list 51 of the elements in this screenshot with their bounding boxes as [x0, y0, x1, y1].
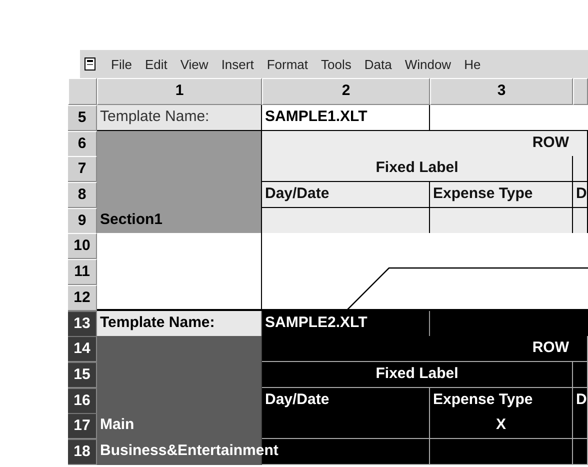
row-header[interactable]: 6 — [68, 130, 97, 157]
column-header[interactable]: 2 — [262, 78, 430, 105]
table-cell: Template Name: — [97, 310, 262, 336]
table-cell: Template Name: — [97, 105, 262, 131]
table-cell: ROW — [262, 336, 588, 362]
table-cell — [573, 413, 588, 440]
row-header[interactable]: 11 — [68, 259, 97, 286]
spreadsheet-icon[interactable] — [84, 57, 98, 71]
row-header[interactable]: 16 — [68, 388, 97, 414]
table-cell: Day/Date — [262, 182, 430, 208]
table-cell: X — [430, 413, 573, 440]
row-header[interactable]: 5 — [68, 105, 97, 131]
row-header[interactable]: 15 — [68, 362, 97, 388]
table-cell: Fixed Label — [262, 156, 573, 182]
row-header[interactable]: 14 — [68, 336, 97, 362]
row-header[interactable]: 8 — [68, 182, 97, 208]
table-cell: D — [573, 388, 588, 414]
menu-item[interactable]: Window — [404, 56, 452, 72]
menu-item[interactable]: Tools — [321, 56, 352, 72]
column-header[interactable] — [573, 78, 588, 105]
table-cell: Day/Date — [262, 388, 430, 414]
row-header[interactable]: 9 — [68, 208, 97, 234]
menu-item[interactable]: Insert — [221, 56, 254, 72]
row-header[interactable]: 7 — [68, 156, 97, 182]
row-header[interactable]: 12 — [68, 284, 97, 311]
corner-cell[interactable] — [68, 78, 97, 105]
menu-item[interactable]: Edit — [144, 56, 168, 72]
table-cell — [573, 208, 588, 234]
menu-item[interactable]: Format — [266, 56, 308, 72]
table-cell: Expense Type — [430, 388, 573, 414]
row-header[interactable]: 13 — [68, 310, 97, 336]
table-cell — [573, 156, 588, 182]
table-cell — [573, 362, 588, 388]
cell-text: Main — [100, 415, 134, 436]
row-header[interactable]: 18 — [68, 438, 97, 465]
table-cell — [573, 438, 588, 465]
row-header[interactable]: 17 — [68, 413, 97, 440]
table-cell: ROW — [262, 130, 588, 157]
table-cell: Expense Type — [430, 182, 573, 208]
column-header[interactable]: 1 — [97, 78, 262, 105]
menu-item[interactable]: Data — [364, 56, 392, 72]
column-header[interactable]: 3 — [430, 78, 573, 105]
table-cell: SAMPLE1.XLT — [262, 105, 430, 131]
menu-item[interactable]: View — [180, 56, 208, 72]
row-header[interactable]: 10 — [68, 233, 97, 260]
menu-item[interactable]: He — [464, 56, 481, 72]
table-cell: D — [573, 182, 588, 208]
table-cell: Fixed Label — [262, 362, 573, 388]
cell-text: Section1 — [100, 210, 163, 230]
menu-item[interactable]: File — [111, 56, 132, 72]
table-cell: SAMPLE2.XLT — [262, 310, 430, 336]
